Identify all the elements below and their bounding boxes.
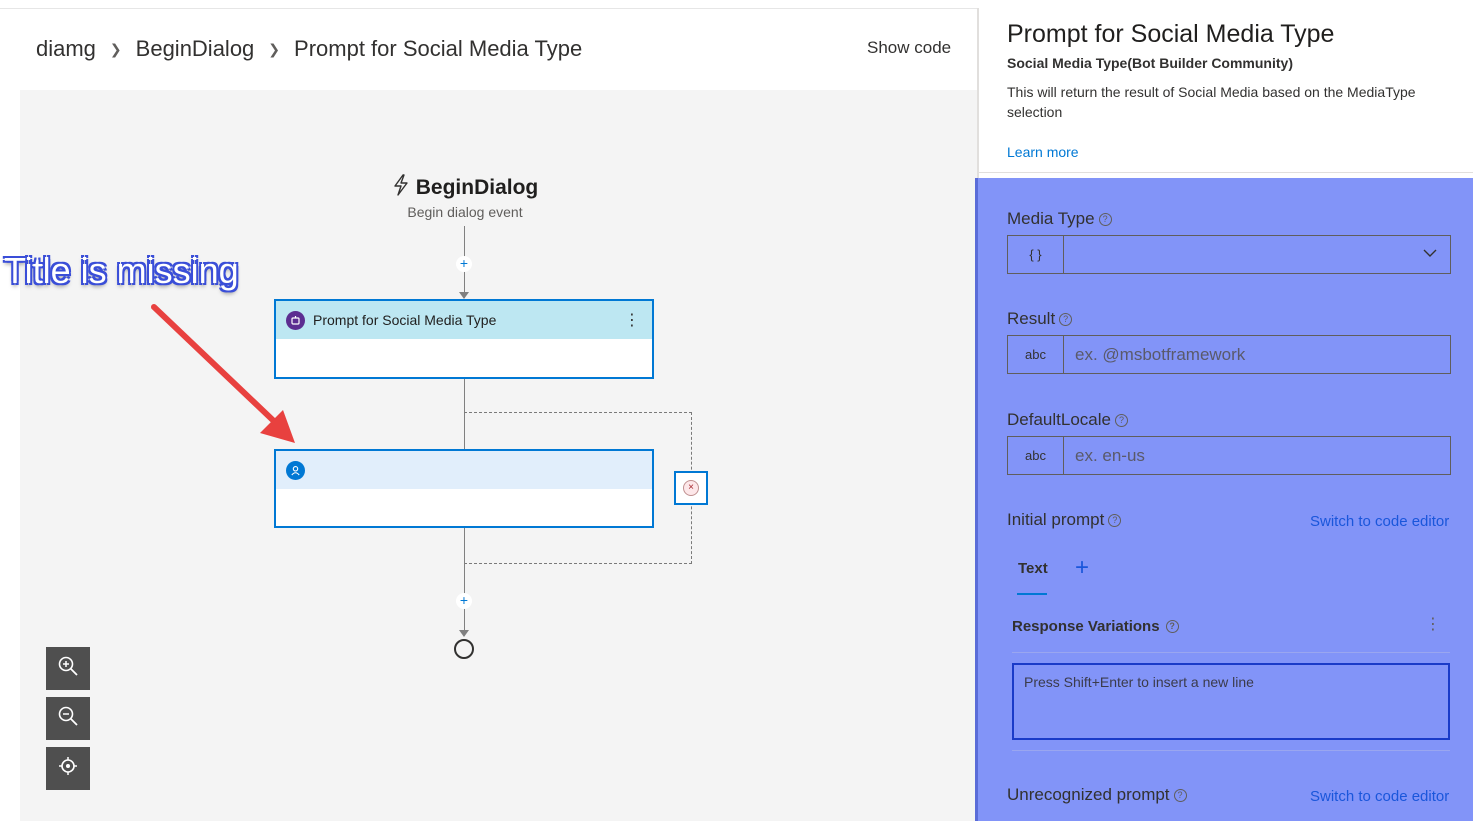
breadcrumb-item-root[interactable]: diamg <box>36 36 96 62</box>
end-node <box>454 639 474 659</box>
top-divider <box>0 8 977 9</box>
panel-description: This will return the result of Social Me… <box>1007 84 1416 120</box>
divider <box>1012 750 1450 751</box>
help-icon[interactable]: ? <box>1165 620 1179 633</box>
arrow-head <box>459 292 469 299</box>
type-badge[interactable]: abc <box>1008 336 1064 373</box>
annotation-label: Title is missing <box>4 250 239 291</box>
learn-more-link[interactable]: Learn more <box>1007 144 1079 160</box>
response-variations-text: Response Variations <box>1012 618 1160 635</box>
add-tab-button[interactable]: + <box>1075 556 1089 580</box>
error-icon: × <box>683 480 699 496</box>
node-prompt-social-media[interactable]: Prompt for Social Media Type ⋮ <box>274 299 654 379</box>
breadcrumb-item-dialog[interactable]: BeginDialog <box>136 36 255 62</box>
show-code-button[interactable]: Show code <box>867 38 951 58</box>
initial-prompt-label-text: Initial prompt <box>1007 510 1105 529</box>
properties-form: Media Type ? { } Result ? abc ex. @msbot… <box>975 178 1473 821</box>
annotation-arrow <box>151 304 295 443</box>
user-icon <box>286 460 305 480</box>
result-label-text: Result <box>1007 309 1056 328</box>
add-step-button[interactable]: + <box>456 593 472 609</box>
zoom-out-button[interactable] <box>46 697 90 740</box>
help-icon[interactable]: ? <box>1114 413 1128 427</box>
unrecognized-prompt-label: Unrecognized prompt ? <box>1007 785 1187 805</box>
zoom-in-button[interactable] <box>46 647 90 690</box>
arrow-head <box>459 630 469 637</box>
chevron-right-icon: ❯ <box>268 40 281 57</box>
tab-underline <box>1017 593 1047 595</box>
divider <box>1012 652 1450 653</box>
flow-canvas[interactable]: BeginDialog Begin dialog event + Prompt … <box>20 90 977 821</box>
panel-title: Prompt for Social Media Type <box>1007 20 1335 48</box>
result-label: Result ? <box>1007 309 1073 329</box>
breadcrumb: diamg ❯ BeginDialog ❯ Prompt for Social … <box>36 36 582 62</box>
media-type-label-text: Media Type <box>1007 209 1095 228</box>
tab-text[interactable]: Text <box>1018 560 1048 577</box>
node-untitled[interactable] <box>274 449 654 528</box>
header-divider <box>979 172 1473 173</box>
connector <box>464 528 465 634</box>
type-badge[interactable]: { } <box>1008 236 1064 273</box>
default-locale-label-text: DefaultLocale <box>1007 410 1111 429</box>
unrecognized-prompt-label-text: Unrecognized prompt <box>1007 785 1170 804</box>
lightning-icon <box>392 174 410 202</box>
fit-icon <box>57 755 79 782</box>
response-variations-label: Response Variations ? <box>1012 618 1179 635</box>
switch-to-code-editor-link[interactable]: Switch to code editor <box>1310 513 1449 530</box>
node-header: Prompt for Social Media Type ⋮ <box>276 301 652 339</box>
help-icon[interactable]: ? <box>1059 312 1073 326</box>
zoom-out-icon <box>57 705 79 732</box>
help-icon[interactable]: ? <box>1098 212 1112 226</box>
panel-subtitle: Social Media Type(Bot Builder Community) <box>1007 55 1293 71</box>
more-icon[interactable]: ⋮ <box>624 310 640 330</box>
result-input[interactable]: ex. @msbotframework <box>1064 336 1450 373</box>
switch-to-code-editor-link[interactable]: Switch to code editor <box>1310 788 1449 805</box>
error-node[interactable]: × <box>674 471 708 505</box>
initial-prompt-label: Initial prompt ? <box>1007 510 1122 530</box>
node-header <box>276 451 652 489</box>
trigger-node[interactable]: BeginDialog Begin dialog event <box>380 174 550 220</box>
more-icon[interactable]: ⋮ <box>1425 614 1441 634</box>
breadcrumb-item-current[interactable]: Prompt for Social Media Type <box>294 36 582 62</box>
properties-header: Prompt for Social Media Type Social Medi… <box>979 8 1473 176</box>
default-locale-label: DefaultLocale ? <box>1007 410 1128 430</box>
chevron-right-icon: ❯ <box>109 40 122 57</box>
add-step-button[interactable]: + <box>456 256 472 272</box>
form-edge <box>975 178 978 821</box>
media-type-label: Media Type ? <box>1007 209 1112 229</box>
result-field[interactable]: abc ex. @msbotframework <box>1007 335 1451 374</box>
default-locale-input[interactable]: ex. en-us <box>1064 437 1450 474</box>
trigger-title-text: BeginDialog <box>415 176 539 199</box>
chevron-down-icon <box>1422 245 1438 266</box>
response-input[interactable]: Press Shift+Enter to insert a new line <box>1012 663 1450 740</box>
trigger-subtitle: Begin dialog event <box>407 204 523 220</box>
media-type-value[interactable] <box>1064 236 1450 273</box>
zoom-in-icon <box>57 655 79 682</box>
help-icon[interactable]: ? <box>1173 788 1187 802</box>
fit-to-screen-button[interactable] <box>46 747 90 790</box>
help-icon[interactable]: ? <box>1108 513 1122 527</box>
media-type-select[interactable]: { } <box>1007 235 1451 274</box>
node-title: Prompt for Social Media Type <box>313 312 497 328</box>
trigger-title: BeginDialog <box>380 174 550 202</box>
type-badge[interactable]: abc <box>1008 437 1064 474</box>
app-window: diamg ❯ BeginDialog ❯ Prompt for Social … <box>0 0 1473 821</box>
default-locale-field[interactable]: abc ex. en-us <box>1007 436 1451 475</box>
